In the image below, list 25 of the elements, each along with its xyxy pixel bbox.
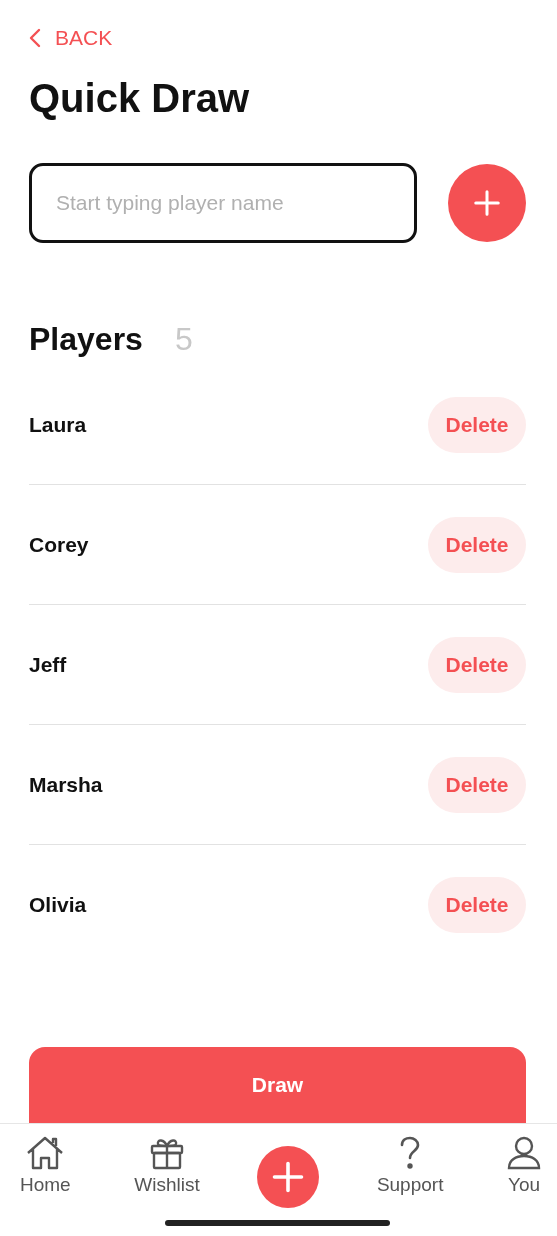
plus-icon <box>472 188 502 218</box>
nav-item[interactable]: Home <box>14 1132 77 1200</box>
player-name: Corey <box>29 532 89 557</box>
player-name: Jeff <box>29 652 67 677</box>
delete-button[interactable]: Delete <box>428 876 526 933</box>
player-name: Olivia <box>29 892 87 917</box>
page-title: Quick Draw <box>29 76 251 121</box>
delete-button[interactable]: Delete <box>428 396 526 453</box>
back-button[interactable]: BACK <box>29 22 113 54</box>
nav-item[interactable]: You <box>501 1132 547 1200</box>
nav-item[interactable]: Support <box>370 1132 450 1200</box>
person-icon <box>507 1136 541 1170</box>
section-heading: Players <box>29 321 143 358</box>
nav-item[interactable]: Wishlist <box>128 1132 206 1200</box>
player-name: Marsha <box>29 772 103 797</box>
player-name-field[interactable]: Start typing player name <box>29 163 417 243</box>
chevron-left-icon <box>29 28 41 48</box>
delete-button[interactable]: Delete <box>428 636 526 693</box>
draw-button[interactable]: Draw <box>29 1047 526 1123</box>
delete-button[interactable]: Delete <box>428 756 526 813</box>
delete-button[interactable]: Delete <box>428 516 526 573</box>
gift-icon <box>150 1136 184 1170</box>
player-name: Laura <box>29 412 87 437</box>
home-icon <box>26 1136 65 1170</box>
question-icon <box>399 1136 422 1170</box>
